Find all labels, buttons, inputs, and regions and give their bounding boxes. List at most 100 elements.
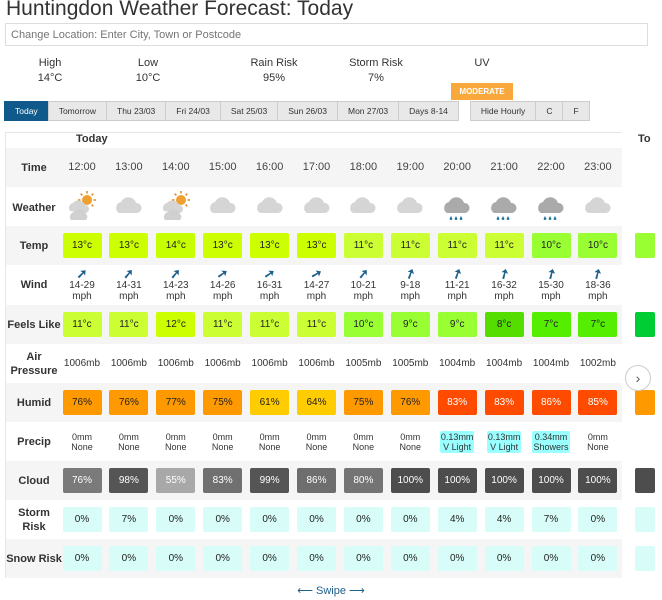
storm-risk-value: 0% xyxy=(156,507,196,532)
tab-mon-27-03[interactable]: Mon 27/03 xyxy=(336,101,400,121)
feels-value: 12°c xyxy=(156,312,196,337)
humid-value: 64% xyxy=(297,390,336,415)
wind-unit: mph xyxy=(306,290,327,302)
cell-temp: 11°c xyxy=(484,226,524,265)
tab-today[interactable]: Today xyxy=(4,101,49,121)
temp-value: 13°c xyxy=(62,233,102,258)
wind-arrow-icon: ➚ xyxy=(122,265,135,281)
cell-pressure: 1004mb xyxy=(484,344,524,383)
feels-value: 11°c xyxy=(297,312,336,337)
location-search-input[interactable] xyxy=(5,23,648,46)
option-hide-hourly[interactable]: Hide Hourly xyxy=(469,101,537,121)
cell-feels: 11°c xyxy=(250,305,290,344)
precip-type: None xyxy=(352,441,375,452)
tab-sat-25-03[interactable]: Sat 25/03 xyxy=(219,101,279,121)
tab-sun-26-03[interactable]: Sun 26/03 xyxy=(277,101,338,121)
cell-humid: 86% xyxy=(531,383,571,422)
cell-pressure: 1006mb xyxy=(250,344,290,383)
humid-value: 76% xyxy=(109,390,149,415)
precip-type: None xyxy=(118,441,140,452)
precip-value: 0mm None xyxy=(352,431,376,453)
cell-pressure: 1004mb xyxy=(531,344,571,383)
cell-precip: 0mm None xyxy=(250,422,290,461)
temp-value: 11°c xyxy=(437,233,477,258)
temp-value: 13°c xyxy=(250,233,290,258)
wind-arrow-icon: ➚ xyxy=(357,265,370,281)
pressure-value: 1006mb xyxy=(110,358,147,369)
precip-amount: 0mm xyxy=(259,431,280,442)
option-c[interactable]: C xyxy=(535,101,564,121)
cell-snow: 0% xyxy=(156,539,196,578)
next-day-partial-cell xyxy=(635,233,655,258)
cell-cloud: 100% xyxy=(390,461,430,500)
cell-weather xyxy=(390,188,430,227)
row-feels: Feels Like 11°c 11°c 12°c 11°c 11°c 11°c 10°c 9°… xyxy=(6,305,622,344)
storm-risk-value: 0% xyxy=(343,507,383,532)
cell-time: 18:00 xyxy=(343,148,383,187)
cell-weather xyxy=(62,188,102,227)
pressure-value: 1006mb xyxy=(298,358,335,369)
cell-temp: 13°c xyxy=(62,226,102,265)
storm-risk-value: 4% xyxy=(484,507,524,532)
cell-humid: 83% xyxy=(484,383,524,422)
precip-type: None xyxy=(71,441,93,452)
precip-value: 0.34mm Showers xyxy=(532,430,570,453)
cell-precip: 0.34mm Showers xyxy=(531,422,571,461)
tab-thu-23-03[interactable]: Thu 23/03 xyxy=(106,101,167,121)
summary-value: 95% xyxy=(262,72,286,84)
cell-cloud: 100% xyxy=(484,461,524,500)
hour-time: 12:00 xyxy=(68,161,96,173)
cell-wind: ➚ 14-31 mph xyxy=(109,265,149,304)
feels-value: 8°c xyxy=(484,312,524,337)
cell-pressure: 1002mb xyxy=(578,344,618,383)
hour-time: 14:00 xyxy=(162,161,190,173)
next-day-partial-cell xyxy=(635,312,655,337)
next-hours-button[interactable]: › xyxy=(625,365,651,391)
row-wind: Wind ➚ 14-29 mph ➚ 14-31 mph ➚ 14-23 mph ➚ 14-26 mph… xyxy=(6,264,622,304)
cell-time: 15:00 xyxy=(203,148,243,187)
option-f[interactable]: F xyxy=(562,101,590,121)
cell-temp: 11°c xyxy=(343,226,383,265)
row-label-cloud: Cloud xyxy=(18,474,50,487)
cell-storm: 0% xyxy=(578,500,618,539)
hour-time: 16:00 xyxy=(255,161,284,173)
cell-precip: 0mm None xyxy=(109,422,149,461)
cell-weather xyxy=(250,188,290,227)
cell-weather xyxy=(297,188,337,227)
rain-icon xyxy=(441,191,473,224)
cell-cloud: 99% xyxy=(250,461,290,500)
precip-type: V Light xyxy=(443,441,472,452)
cell-temp: 13°c xyxy=(203,226,243,265)
summary-value: MODERATE xyxy=(451,83,513,100)
cell-wind: ➚ 16-31 mph xyxy=(250,265,290,304)
tab-days-8-14[interactable]: Days 8-14 xyxy=(398,101,459,121)
summary-label: Rain Risk xyxy=(250,57,298,69)
cell-snow: 0% xyxy=(203,539,243,578)
cell-cloud: 86% xyxy=(297,461,337,500)
summary-label: Low xyxy=(137,57,159,69)
cell-wind: ➚ 14-26 mph xyxy=(203,265,243,304)
precip-value: 0.13mm V Light xyxy=(439,430,475,453)
summary-low: Low 10°C xyxy=(108,57,188,84)
cell-cloud: 100% xyxy=(578,461,618,500)
cell-feels: 11°c xyxy=(109,305,149,344)
cell-wind: ➚ 14-29 mph xyxy=(62,265,102,304)
cell-precip: 0mm None xyxy=(343,422,383,461)
summary-rain-risk: Rain Risk 95% xyxy=(234,57,314,84)
summary-label: High xyxy=(38,57,62,69)
feels-value: 7°c xyxy=(531,312,571,337)
cloud-icon xyxy=(347,191,379,224)
hour-time: 19:00 xyxy=(396,161,425,173)
cloud-value: 100% xyxy=(390,468,430,493)
cell-temp: 13°c xyxy=(109,226,149,265)
storm-risk-value: 0% xyxy=(250,507,290,532)
cell-precip: 0mm None xyxy=(203,422,243,461)
row-storm: Storm Risk 0% 7% 0% 0% 0% 0% 0% 0% 4% 4% 7% 0% xyxy=(6,500,622,539)
tab-fri-24-03[interactable]: Fri 24/03 xyxy=(165,101,221,121)
row-pressure: Air Pressure 1006mb 1006mb 1006mb 1006mb 1006… xyxy=(6,344,622,383)
feels-value: 11°c xyxy=(203,312,243,337)
row-label-storm: Storm Risk xyxy=(18,506,50,533)
tab-tomorrow[interactable]: Tomorrow xyxy=(47,101,107,121)
cell-weather xyxy=(437,188,477,227)
cell-time: 12:00 xyxy=(62,148,102,187)
